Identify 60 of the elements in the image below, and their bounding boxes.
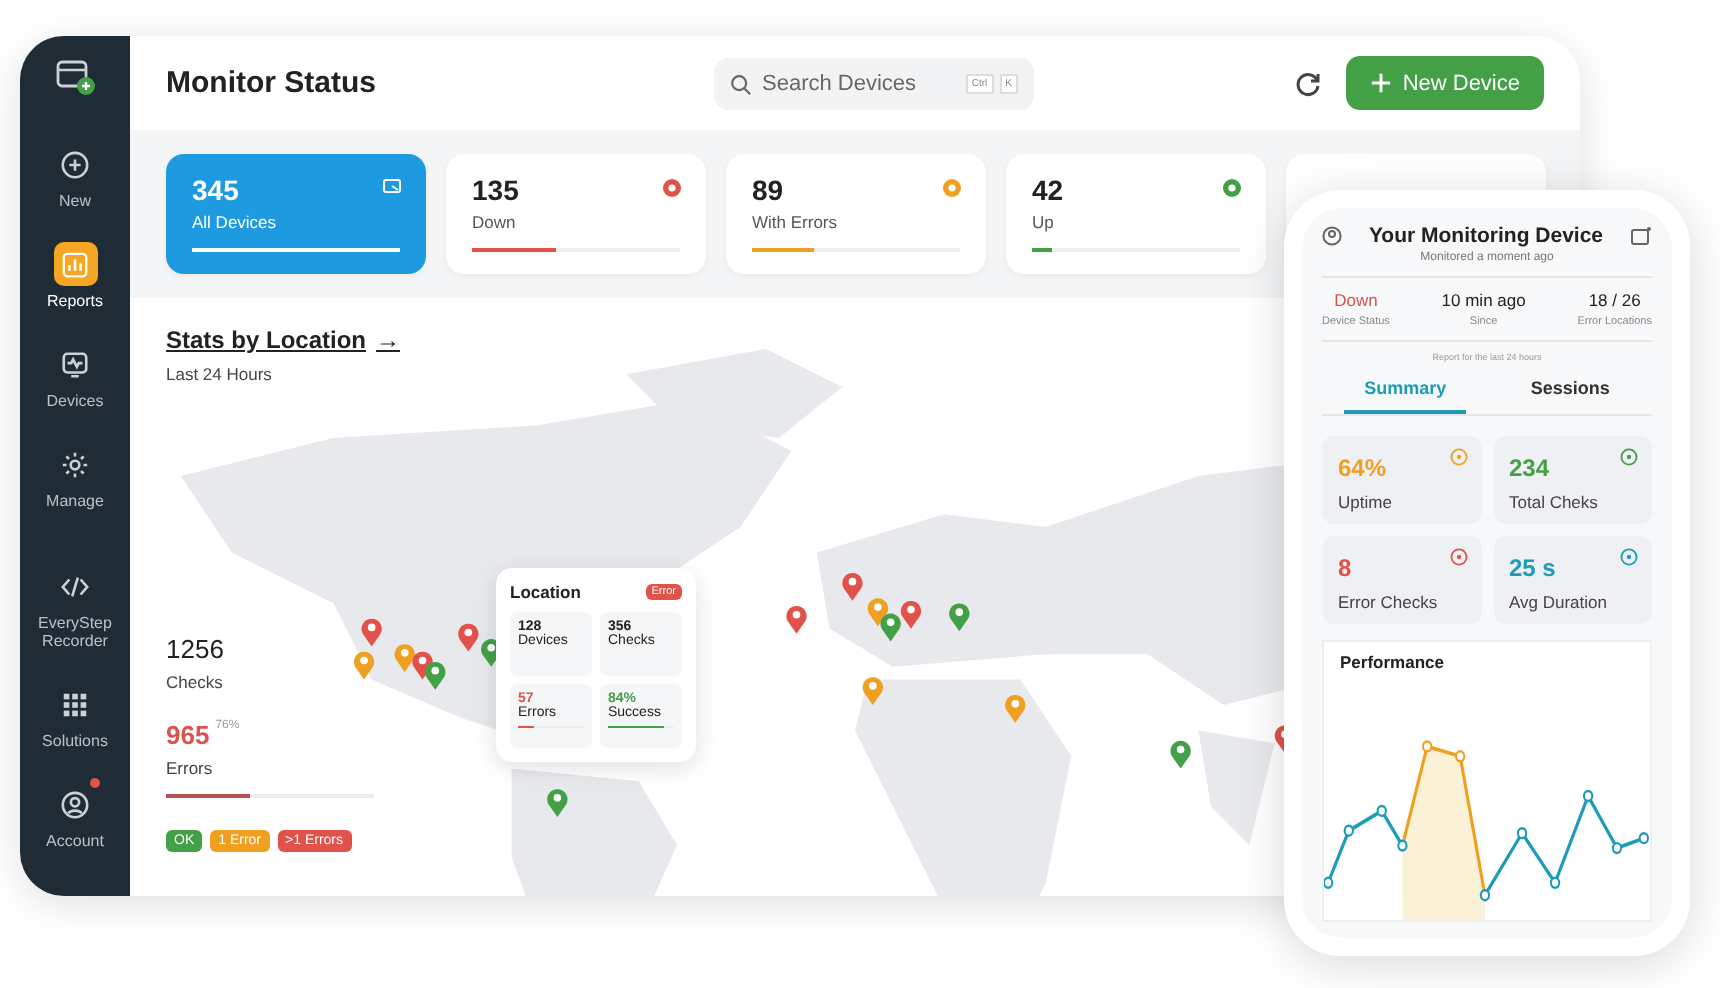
status-icon: [1222, 178, 1242, 198]
device-title: Your Monitoring Device: [1368, 224, 1604, 248]
stat-card[interactable]: 42 Up: [1006, 154, 1266, 274]
sidebar-item[interactable]: EveryStep Recorder: [23, 554, 127, 660]
page-title: Monitor Status: [166, 66, 378, 100]
search-icon: [730, 73, 752, 95]
logo-icon: [55, 60, 95, 96]
stat-label: All Devices: [192, 212, 279, 232]
plus-icon: [1370, 72, 1393, 94]
stat-card[interactable]: 135 Down: [446, 154, 706, 274]
status-icon: [1620, 448, 1638, 466]
stat-label: With Errors: [752, 212, 839, 232]
plus-circle-icon: [60, 149, 90, 179]
status-icon: [942, 178, 962, 198]
metric-label: Avg Duration: [1509, 592, 1609, 612]
metric-label: Total Cheks: [1509, 492, 1600, 512]
period-label: Last 24 Hours: [166, 364, 274, 384]
sidebar-item[interactable]: Reports: [23, 232, 127, 320]
metric-value: 234: [1509, 454, 1550, 482]
code-icon: [60, 571, 90, 601]
screen-icon: [382, 178, 402, 196]
errors-count: 965: [166, 720, 210, 750]
checks-count: 1256: [166, 634, 226, 664]
status-icon: [662, 178, 682, 198]
sidebar-item[interactable]: New: [23, 132, 127, 220]
sidebar-item[interactable]: Manage: [23, 432, 127, 520]
grid-icon: [60, 689, 90, 719]
fact-value: 10 min ago: [1441, 290, 1526, 310]
stat-value: 42: [1032, 174, 1064, 206]
errors-label: Errors: [166, 758, 215, 778]
stat-label: Up: [1032, 212, 1056, 232]
refresh-icon[interactable]: [1294, 69, 1323, 97]
status-icon: [1620, 548, 1638, 566]
metric-label: Error Checks: [1338, 592, 1440, 612]
metric-label: Uptime: [1338, 492, 1394, 512]
fact-value: 18 / 26: [1588, 290, 1641, 310]
section-link[interactable]: Stats by Location: [166, 326, 367, 354]
tab[interactable]: Sessions: [1510, 370, 1630, 414]
stat-value: 89: [752, 174, 784, 206]
sidebar-item[interactable]: Solutions: [23, 672, 127, 760]
popup-title: Location: [510, 582, 581, 602]
settings-icon: [60, 449, 90, 479]
arrow-text: →: [376, 326, 401, 354]
metric-value: 25 s: [1509, 554, 1556, 582]
monitor-icon: [60, 349, 90, 379]
checks-label: Checks: [166, 672, 225, 692]
sidebar-item[interactable]: Account: [23, 772, 127, 860]
status-icon: [1449, 448, 1467, 466]
stat-value: 345: [192, 174, 239, 206]
screen-icon: [1629, 226, 1652, 246]
stat-value: 135: [472, 174, 519, 206]
metric-value: 8: [1338, 554, 1352, 582]
bar-chart-icon: [60, 249, 90, 279]
sidebar-item[interactable]: Devices: [23, 332, 127, 420]
chart-title: Performance: [1338, 652, 1446, 672]
fact-value: Down: [1334, 290, 1378, 310]
status-icon: [1449, 548, 1467, 566]
metric-value: 64%: [1338, 454, 1387, 482]
stat-card[interactable]: 89 With Errors: [726, 154, 986, 274]
stat-label: Down: [472, 212, 518, 232]
